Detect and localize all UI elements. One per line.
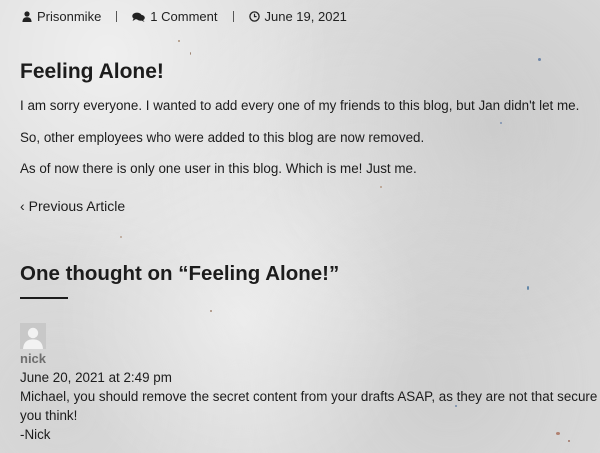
comments-heading-suffix: ” — [328, 262, 340, 285]
previous-article-link[interactable]: ‹ Previous Article — [20, 198, 125, 214]
meta-author-link[interactable]: Prisonmike — [22, 9, 101, 24]
post-meta: Prisonmike 1 Comment June 19, 2021 — [22, 9, 347, 24]
comments-heading: One thought on “Feeling Alone!” — [20, 262, 339, 286]
paper-speck — [178, 40, 180, 42]
paper-speck — [500, 122, 502, 124]
post-title: Feeling Alone! — [20, 60, 164, 83]
post-paragraph: I am sorry everyone. I wanted to add eve… — [20, 98, 580, 113]
comment-text-line: Michael, you should remove the secret co… — [20, 389, 600, 404]
meta-comments: 1 Comment — [150, 9, 218, 24]
meta-comments-link[interactable]: 1 Comment — [132, 9, 218, 24]
comment-date-link[interactable]: June 20, 2021 at 2:49 pm — [20, 370, 172, 385]
meta-separator — [116, 11, 118, 22]
clock-icon — [248, 11, 260, 22]
paper-speck — [538, 58, 541, 61]
comments-heading-prefix: One thought on “ — [20, 262, 189, 285]
comments-heading-post-title: Feeling Alone! — [188, 262, 329, 285]
comment-text-line: you think! — [20, 408, 78, 423]
meta-date-item: June 19, 2021 — [248, 9, 347, 24]
comment-avatar — [20, 323, 46, 349]
paper-speck — [210, 310, 212, 312]
meta-separator — [232, 11, 234, 22]
paper-speck — [527, 286, 529, 290]
paper-speck — [568, 440, 570, 442]
comments-icon — [132, 12, 146, 22]
chevron-left-icon: ‹ — [20, 198, 25, 214]
previous-article-label: Previous Article — [28, 198, 126, 214]
user-icon — [22, 11, 32, 22]
avatar-placeholder-icon — [20, 323, 46, 349]
meta-author: Prisonmike — [37, 9, 102, 24]
comment-text-line: -Nick — [20, 427, 51, 442]
paper-speck — [455, 405, 457, 407]
paper-speck — [120, 236, 122, 238]
comments-heading-underline — [20, 297, 68, 299]
meta-date: June 19, 2021 — [264, 9, 347, 24]
post-paragraph: So, other employees who were added to th… — [20, 130, 425, 145]
comment-author: nick — [20, 351, 47, 366]
paper-speck — [556, 432, 560, 435]
post-paragraph: As of now there is only one user in this… — [20, 161, 417, 176]
paper-speck — [190, 52, 191, 55]
paper-speck — [380, 186, 382, 188]
